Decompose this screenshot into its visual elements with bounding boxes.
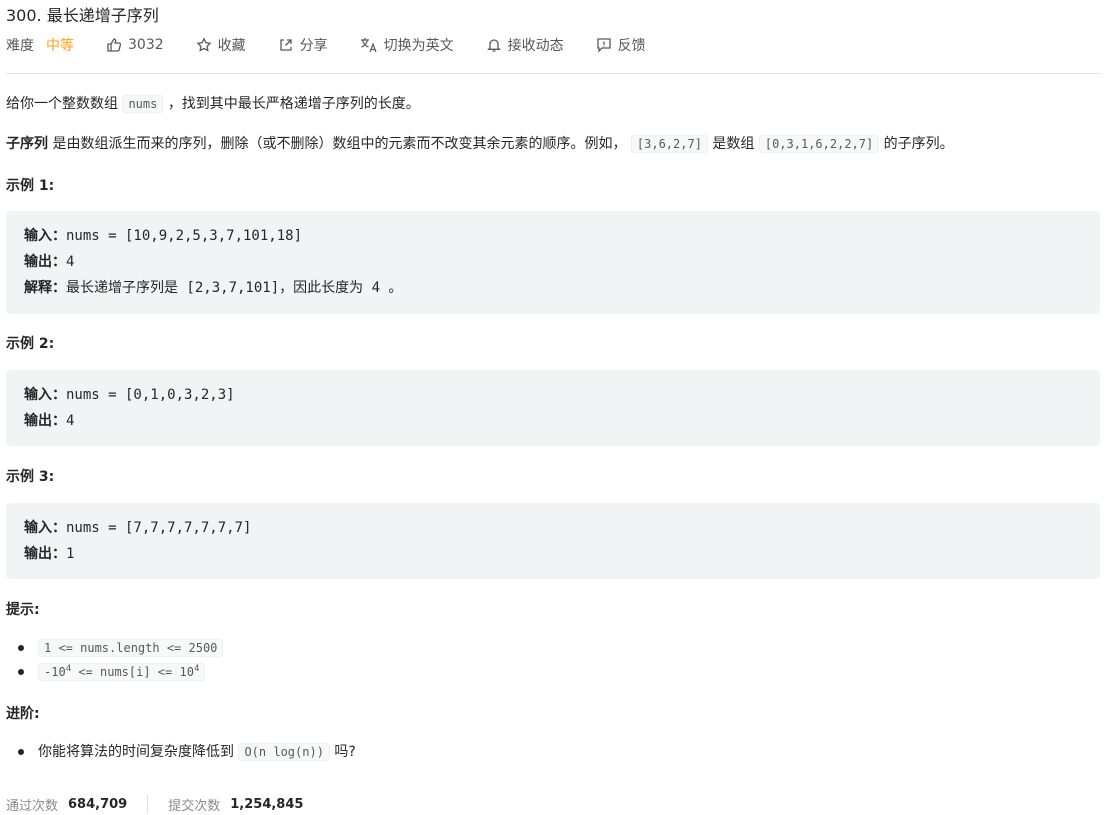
translate-icon: [360, 38, 377, 53]
description-paragraph-2: 子序列 是由数组派生而来的序列，删除（或不删除）数组中的元素而不改变其余元素的顺…: [6, 135, 954, 153]
list-item: 你能将算法的时间复杂度降低到 O(n log(n)) 吗?: [18, 740, 356, 764]
example-1-heading: 示例 1:: [6, 178, 55, 194]
inline-code-complexity: O(n log(n)): [238, 743, 330, 761]
accepted-count: 684,709: [68, 796, 128, 812]
difficulty-badge: 中等: [46, 38, 74, 54]
example-1-explanation: 解释：最长递增子序列是 [2,3,7,101]，因此长度为 4 。: [24, 280, 403, 296]
example-3-heading: 示例 3:: [6, 469, 55, 485]
feedback-label: 反馈: [617, 38, 646, 54]
star-icon: [196, 37, 212, 52]
share-button[interactable]: 分享: [278, 35, 328, 55]
feedback-icon: [596, 38, 611, 53]
list-item: 1 <= nums.length <= 2500: [17, 636, 224, 660]
follow-up-heading: 进阶:: [6, 706, 40, 722]
thumbs-up-icon: [107, 38, 122, 52]
example-3-input: 输入：nums = [7,7,7,7,7,7,7]: [24, 520, 252, 536]
difficulty-label: 难度: [6, 38, 34, 54]
follow-label: 接收动态: [507, 38, 564, 54]
accepted-label: 通过次数: [6, 798, 59, 814]
favorite-button[interactable]: 收藏: [196, 35, 246, 55]
example-1-block: 输入：nums = [10,9,2,5,3,7,101,18] 输出：4 解释：…: [6, 211, 1100, 314]
problem-meta-bar: 难度 中等 3032 收藏 分享 切换为英文 接收动态 反馈: [6, 35, 678, 55]
inline-code-nums: nums: [122, 95, 164, 113]
problem-title: 300. 最长递增子序列: [6, 6, 159, 25]
like-count: 3032: [128, 37, 164, 53]
constraints-list: 1 <= nums.length <= 2500 -104 <= nums[i]…: [17, 636, 224, 684]
constraint-length: 1 <= nums.length <= 2500: [38, 639, 224, 657]
example-2-output: 输出：4: [24, 413, 75, 429]
switch-language-button[interactable]: 切换为英文: [360, 35, 454, 55]
example-1-output: 输出：4: [24, 254, 75, 270]
favorite-label: 收藏: [217, 38, 246, 54]
follow-button[interactable]: 接收动态: [486, 35, 564, 55]
list-item: -104 <= nums[i] <= 104: [17, 660, 223, 684]
share-icon: [279, 39, 292, 51]
example-3-block: 输入：nums = [7,7,7,7,7,7,7] 输出：1: [6, 503, 1100, 579]
share-label: 分享: [299, 38, 328, 54]
inline-code-example-array: [0,3,1,6,2,2,7]: [758, 135, 880, 153]
problem-page: 300. 最长递增子序列 难度 中等 3032 收藏 分享 切换为英文 接收动态…: [0, 0, 1111, 815]
constraints-heading: 提示:: [6, 602, 40, 618]
example-2-input: 输入：nums = [0,1,0,3,2,3]: [24, 387, 235, 403]
follow-up-list: 你能将算法的时间复杂度降低到 O(n log(n)) 吗?: [18, 740, 356, 764]
example-2-block: 输入：nums = [0,1,0,3,2,3] 输出：4: [6, 370, 1100, 446]
inline-code-example-subsequence: [3,6,2,7]: [630, 135, 708, 153]
term-subsequence: 子序列: [6, 136, 48, 152]
example-1-input: 输入：nums = [10,9,2,5,3,7,101,18]: [24, 228, 303, 244]
constraint-values: -104 <= nums[i] <= 104: [38, 663, 206, 681]
submission-stats: 通过次数 684,709 提交次数 1,254,845: [6, 794, 303, 814]
example-3-output: 输出：1: [24, 546, 75, 562]
example-2-heading: 示例 2:: [6, 336, 55, 352]
feedback-button[interactable]: 反馈: [596, 35, 646, 55]
switch-language-label: 切换为英文: [383, 38, 454, 54]
submitted-label: 提交次数: [168, 798, 221, 814]
description-paragraph-1: 给你一个整数数组 nums ，找到其中最长严格递增子序列的长度。: [6, 95, 420, 113]
submitted-count: 1,254,845: [230, 796, 304, 812]
bell-icon: [486, 39, 501, 52]
stats-divider: [147, 794, 149, 814]
like-button[interactable]: 3032: [106, 37, 164, 53]
header-divider: [6, 73, 1101, 74]
